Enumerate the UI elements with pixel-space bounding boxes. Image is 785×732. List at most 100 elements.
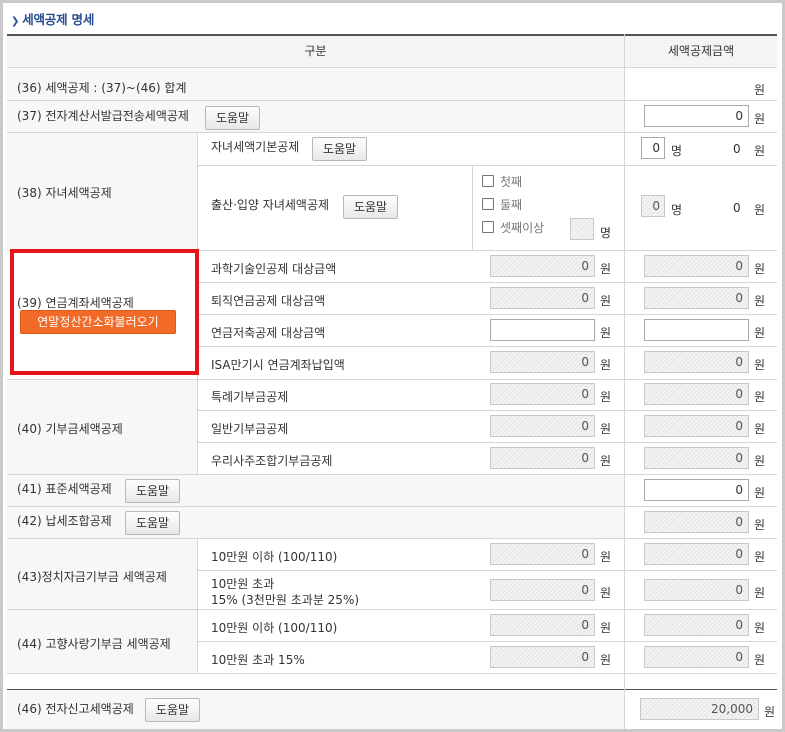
pension-item-base-unit: 원 xyxy=(600,326,612,340)
pension-savings-value-input[interactable] xyxy=(644,319,749,341)
pension-item-value-input: 0 xyxy=(644,287,749,309)
divider xyxy=(7,379,777,380)
donation-item-value-unit: 원 xyxy=(754,390,766,404)
row-42-label: (42) 납세조합공제 xyxy=(17,514,112,528)
row-41-unit: 원 xyxy=(754,486,766,500)
divider xyxy=(197,538,198,673)
row-37-label: (37) 전자계산서발급전송세액공제 xyxy=(17,109,189,123)
pension-savings-base-input[interactable] xyxy=(490,319,595,341)
political-item-value-unit: 원 xyxy=(754,586,766,600)
help-button-42[interactable]: 도움말 xyxy=(125,511,180,535)
political-item-label: 10만원 이하 (100/110) xyxy=(211,550,338,564)
divider xyxy=(7,506,777,507)
pension-item-value-unit: 원 xyxy=(754,326,766,340)
divider xyxy=(7,538,777,539)
row-46-label: (46) 전자신고세액공제 xyxy=(17,702,134,716)
divider xyxy=(197,165,777,166)
political-item-value-unit: 원 xyxy=(754,550,766,564)
divider xyxy=(197,410,777,411)
header-category: 구분 xyxy=(7,34,624,67)
pension-item-label: 과학기술인공제 대상금액 xyxy=(211,262,337,276)
second-child-checkbox[interactable] xyxy=(482,198,494,210)
divider xyxy=(7,609,777,610)
donation-item-base-input: 0 xyxy=(490,415,595,437)
divider xyxy=(197,132,198,250)
divider xyxy=(7,132,777,133)
donation-item-base-input: 0 xyxy=(490,447,595,469)
divider xyxy=(472,165,473,250)
divider xyxy=(197,641,777,642)
political-item-base-unit: 원 xyxy=(600,550,612,564)
child-basic-count-input[interactable]: 0 xyxy=(641,137,665,159)
divider xyxy=(7,100,777,101)
row-46-unit: 원 xyxy=(764,705,776,719)
hometown-item-value-input: 0 xyxy=(644,614,749,636)
hometown-item-label: 10만원 이하 (100/110) xyxy=(211,621,338,635)
help-button-38-birth[interactable]: 도움말 xyxy=(343,195,398,219)
help-button-38-basic[interactable]: 도움말 xyxy=(312,137,367,161)
donation-item-base-unit: 원 xyxy=(600,422,612,436)
donation-item-value-input: 0 xyxy=(644,447,749,469)
pension-item-base-input: 0 xyxy=(490,351,595,373)
hometown-item-base-input: 0 xyxy=(490,614,595,636)
pension-item-value-unit: 원 xyxy=(754,358,766,372)
tax-credit-table: 구분 세액공제금액 (36) 세액공제: (37)~(46) 합계 원 (37… xyxy=(7,3,777,729)
political-item-base-input: 0 xyxy=(490,579,595,601)
divider xyxy=(7,689,777,690)
political-item-base-input: 0 xyxy=(490,543,595,565)
child-basic-value: 0 xyxy=(733,142,741,156)
row-41-input[interactable]: 0 xyxy=(644,479,749,501)
political-item-base-unit: 원 xyxy=(600,586,612,600)
first-child-checkbox[interactable] xyxy=(482,175,494,187)
political-item-label-line2: 15% (3천만원 초과분 25%) xyxy=(211,593,360,607)
hometown-item-value-unit: 원 xyxy=(754,621,766,635)
divider xyxy=(624,34,625,729)
divider xyxy=(7,474,777,475)
donation-item-label: 특례기부금공제 xyxy=(211,390,289,404)
row-42-unit: 원 xyxy=(754,518,766,532)
row-37-unit: 원 xyxy=(754,112,766,126)
divider xyxy=(7,67,777,68)
row-bg xyxy=(7,538,197,673)
row-38-label: (38) 자녀세액공제 xyxy=(17,186,112,200)
row-41-label: (41) 표준세액공제 xyxy=(17,482,112,496)
donation-item-value-input: 0 xyxy=(644,415,749,437)
pension-item-value-unit: 원 xyxy=(754,262,766,276)
help-button-46[interactable]: 도움말 xyxy=(145,698,200,722)
row-44-label: (44) 고향사랑기부금 세액공제 xyxy=(17,637,171,651)
header-amount-label: 세액공제금액 xyxy=(667,44,735,58)
hometown-item-label: 10만원 초과 15% xyxy=(211,653,305,667)
help-button-37[interactable]: 도움말 xyxy=(205,106,260,130)
divider xyxy=(197,314,777,315)
pension-item-base-input: 0 xyxy=(490,255,595,277)
donation-item-base-unit: 원 xyxy=(600,390,612,404)
child-birth-count-input: 0 xyxy=(641,195,665,217)
donation-item-base-input: 0 xyxy=(490,383,595,405)
divider xyxy=(197,570,777,571)
pension-item-label: 연금저축공제 대상금액 xyxy=(211,326,326,340)
row-37-input[interactable]: 0 xyxy=(644,105,749,127)
pension-item-base-unit: 원 xyxy=(600,294,612,308)
political-item-value-input: 0 xyxy=(644,543,749,565)
pension-item-base-unit: 원 xyxy=(600,262,612,276)
row-40-label: (40) 기부금세액공제 xyxy=(17,422,123,436)
pension-item-label: 퇴직연금공제 대상금액 xyxy=(211,294,326,308)
political-item-label-line1: 10만원 초과 xyxy=(211,577,275,591)
header-amount: 세액공제금액 xyxy=(625,34,777,67)
pension-item-base-unit: 원 xyxy=(600,358,612,372)
divider xyxy=(197,442,777,443)
divider xyxy=(197,282,777,283)
hometown-item-value-unit: 원 xyxy=(754,653,766,667)
donation-item-label: 우리사주조합기부금공제 xyxy=(211,454,333,468)
header-category-label: 구분 xyxy=(304,44,327,58)
pension-item-label: ISA만기시 연금계좌납입액 xyxy=(211,358,345,372)
help-button-41[interactable]: 도움말 xyxy=(125,479,180,503)
row-43-label: (43)정치자금기부금 세액공제 xyxy=(17,570,167,584)
row-42-input: 0 xyxy=(644,511,749,533)
highlight-box xyxy=(10,249,199,375)
divider xyxy=(197,346,777,347)
pension-item-value-input: 0 xyxy=(644,255,749,277)
third-child-checkbox[interactable] xyxy=(482,221,494,233)
tax-credit-panel: ❯ 세액공제 명세 구분 세액공제금액 (36) 세액공제: (37)~(46… xyxy=(0,0,785,732)
pension-item-base-input: 0 xyxy=(490,287,595,309)
